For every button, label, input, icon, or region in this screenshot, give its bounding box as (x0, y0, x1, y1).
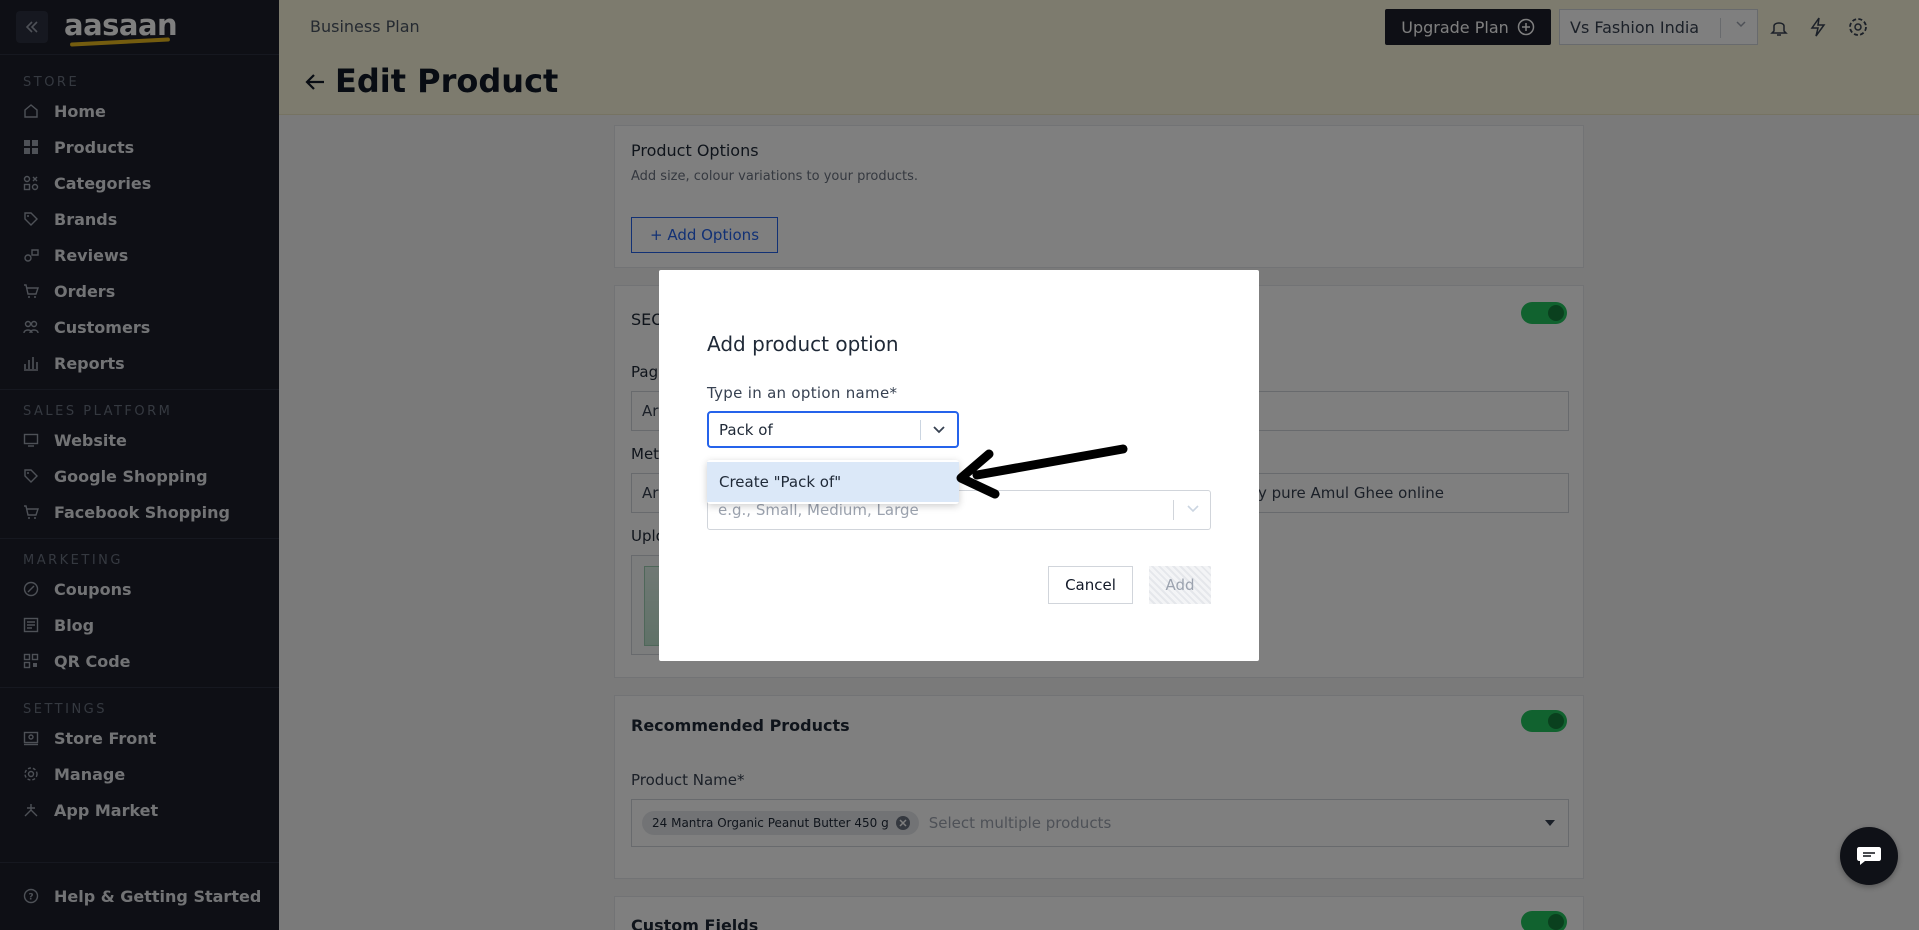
option-dropdown-menu: Create "Pack of" (707, 460, 959, 504)
chevron-down-icon[interactable] (929, 419, 949, 439)
select-separator (1173, 500, 1174, 520)
cancel-button[interactable]: Cancel (1048, 566, 1133, 604)
chevron-down-icon (1186, 501, 1200, 519)
option-name-input[interactable]: Pack of (707, 411, 959, 448)
modal-title: Add product option (707, 332, 899, 356)
add-button[interactable]: Add (1149, 566, 1211, 604)
option-name-label: Type in an option name* (707, 384, 898, 402)
option-name-label-text: Type in an option name (707, 384, 890, 402)
select-separator (920, 420, 921, 440)
chat-widget-button[interactable] (1840, 827, 1898, 885)
create-option-menu-item[interactable]: Create "Pack of" (707, 462, 959, 502)
option-name-value: Pack of (719, 420, 773, 439)
chat-bubble-icon (1857, 847, 1881, 865)
annotation-arrow-icon (956, 444, 1128, 499)
